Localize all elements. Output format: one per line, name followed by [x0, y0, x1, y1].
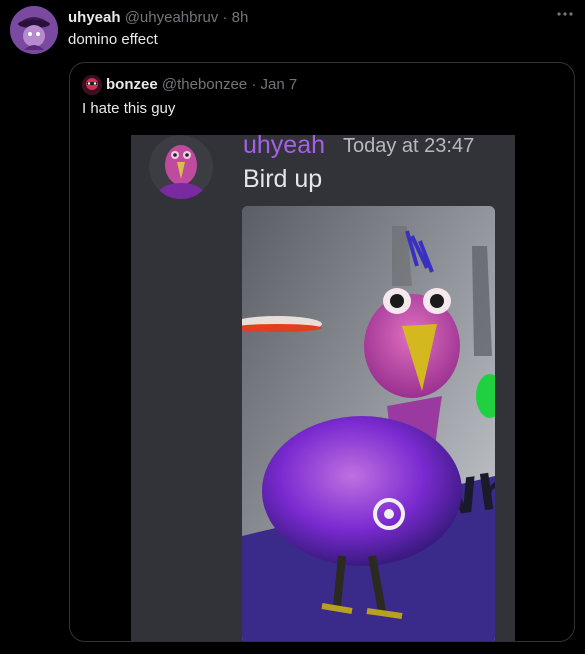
- display-name[interactable]: uhyeah: [68, 9, 121, 26]
- quote-text: I hate this guy: [82, 100, 176, 117]
- bird-image: Wha: [242, 206, 495, 641]
- discord-avatar: [149, 135, 213, 199]
- discord-message: Bird up: [243, 165, 323, 193]
- quote-avatar: [82, 75, 102, 95]
- more-dots-icon[interactable]: [555, 4, 575, 29]
- quote-date: Jan 7: [260, 76, 298, 93]
- handle[interactable]: @uhyeahbruv: [125, 9, 219, 26]
- quoted-post[interactable]: bonzee @thebonzee · Jan 7 I hate this gu…: [69, 62, 575, 642]
- timestamp[interactable]: 8h: [232, 9, 249, 26]
- avatar[interactable]: [10, 6, 58, 54]
- separator: ·: [222, 9, 228, 26]
- post-header: uhyeah @uhyeahbruv · 8h: [68, 8, 248, 28]
- quote-handle: @thebonzee: [161, 76, 248, 93]
- post-text: domino effect: [68, 31, 158, 48]
- discord-username: uhyeah: [243, 135, 326, 159]
- quote-display-name: bonzee: [106, 76, 158, 93]
- quote-header: bonzee @thebonzee · Jan 7: [106, 75, 297, 95]
- discord-timestamp: Today at 23:47: [343, 135, 475, 157]
- quote-separator: ·: [251, 76, 257, 93]
- media-image[interactable]: uhyeah Today at 23:47 Bird up: [131, 135, 515, 641]
